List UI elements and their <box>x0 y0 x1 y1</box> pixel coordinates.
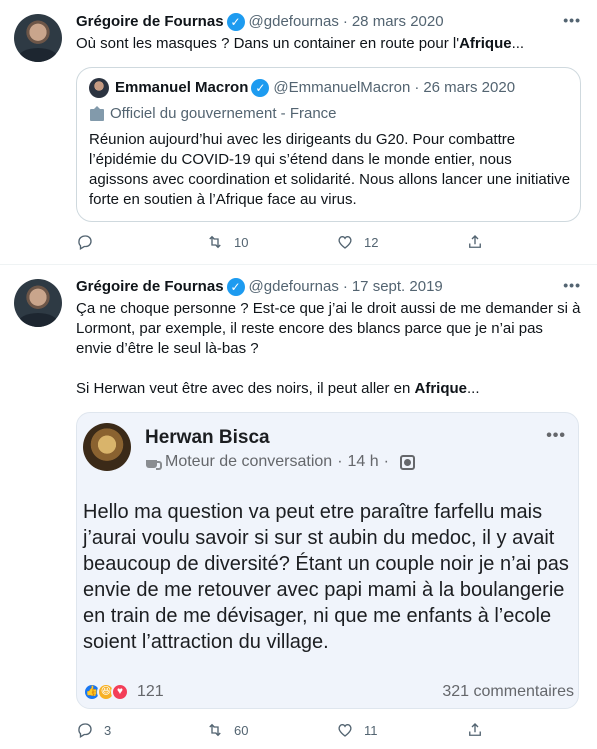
verified-badge-icon: ✓ <box>226 278 245 296</box>
author-avatar[interactable] <box>14 279 62 327</box>
author-name[interactable]: Grégoire de Fournas <box>76 12 224 32</box>
tweet-text-ellipsis: ... <box>467 380 480 397</box>
retweet-button[interactable]: 60 <box>206 720 336 740</box>
separator: · <box>414 79 420 96</box>
tweet-text: Où sont les masques ? Dans un container … <box>76 34 581 54</box>
fb-reaction-count: 121 <box>137 683 164 700</box>
quoted-tweet-text: Réunion aujourd’hui avec les dirigeants … <box>89 131 571 208</box>
share-button[interactable] <box>466 720 506 740</box>
tweet-header: Grégoire de Fournas ✓ @gdefournas · 17 s… <box>76 277 443 297</box>
tweet-text-part: Si Herwan veut être avec des noirs, il p… <box>76 380 415 397</box>
author-handle[interactable]: @gdefournas <box>249 277 339 297</box>
share-icon <box>469 235 481 248</box>
separator: · <box>383 453 389 470</box>
tweet-text-bold: Afrique <box>414 380 468 397</box>
reply-button[interactable] <box>76 232 206 252</box>
like-count: 12 <box>364 234 379 250</box>
group-audience-icon <box>400 454 415 470</box>
tweet-date[interactable]: 17 sept. 2019 <box>352 277 443 297</box>
government-building-icon <box>89 106 105 122</box>
separator: · <box>337 453 343 470</box>
fb-author-name: Herwan Bisca <box>145 427 270 448</box>
retweet-button[interactable]: 10 <box>206 232 336 252</box>
tweet-date[interactable]: 28 mars 2020 <box>352 12 444 32</box>
more-options-icon[interactable]: ••• <box>563 277 581 293</box>
tweet-text-part: Où sont les masques ? Dans un container … <box>76 35 460 52</box>
tweet-actions: 3 60 11 <box>76 720 506 740</box>
love-reaction-icon: ♥ <box>111 683 129 701</box>
retweet-count: 10 <box>234 234 249 250</box>
fb-author-avatar <box>83 423 131 471</box>
fb-post-time: 14 h <box>347 453 379 470</box>
fb-post-body: Hello ma question va peut etre paraître … <box>83 501 569 653</box>
coffee-cup-icon <box>145 454 162 470</box>
fb-more-options-icon: ••• <box>546 427 566 444</box>
like-button[interactable]: 12 <box>336 232 466 252</box>
embedded-facebook-post[interactable]: Herwan Bisca ••• Moteur de conversation … <box>76 412 579 709</box>
tweet-actions: 10 12 <box>76 232 506 252</box>
author-name[interactable]: Grégoire de Fournas <box>76 277 224 297</box>
government-label: Officiel du gouvernement - France <box>89 104 337 124</box>
heart-icon <box>338 236 352 249</box>
tweet-text-ellipsis: ... <box>511 35 525 52</box>
tweet-2-text-paragraph-1: Ça ne choque personne ? Est-ce que j’ai … <box>76 300 585 357</box>
tweet-text-bold: Afrique <box>459 35 512 52</box>
like-count: 11 <box>364 722 378 738</box>
author-avatar[interactable] <box>14 14 62 62</box>
fb-reactions: 👍 😆 ♥ 121 <box>83 683 164 701</box>
quoted-author-name: Emmanuel Macron <box>115 79 249 96</box>
separator: · <box>342 13 348 30</box>
quoted-author-handle: @EmmanuelMacron <box>273 79 411 96</box>
retweet-icon <box>209 723 221 737</box>
fb-comment-count: 321 commentaires <box>442 683 574 700</box>
reply-icon <box>78 235 92 250</box>
separator: · <box>342 278 348 295</box>
reply-icon <box>78 723 92 738</box>
share-button[interactable] <box>466 232 506 252</box>
tweet-2-text-paragraph-2: Si Herwan veut être avec des noirs, il p… <box>76 379 581 399</box>
quoted-tweet-header: Emmanuel Macron ✓ @EmmanuelMacron · 26 m… <box>89 78 515 98</box>
verified-badge-icon: ✓ <box>251 79 270 97</box>
like-button[interactable]: 11 <box>336 720 466 740</box>
tweet-1[interactable]: Grégoire de Fournas ✓ @gdefournas · 28 m… <box>0 0 597 264</box>
retweet-icon <box>209 235 221 249</box>
retweet-count: 60 <box>234 722 249 738</box>
share-icon <box>469 723 481 736</box>
more-options-icon[interactable]: ••• <box>563 12 581 28</box>
reply-count: 3 <box>104 722 112 738</box>
quoted-author-avatar <box>89 78 109 98</box>
government-label-text: Officiel du gouvernement - France <box>110 105 337 122</box>
verified-badge-icon: ✓ <box>226 13 245 31</box>
heart-icon <box>338 724 352 737</box>
fb-post-meta: Moteur de conversation · 14 h · <box>145 453 415 471</box>
author-handle[interactable]: @gdefournas <box>249 12 339 32</box>
quoted-tweet-date: 26 mars 2020 <box>423 79 516 96</box>
tweet-header: Grégoire de Fournas ✓ @gdefournas · 28 m… <box>76 12 444 32</box>
quoted-tweet[interactable]: Emmanuel Macron ✓ @EmmanuelMacron · 26 m… <box>76 67 581 222</box>
fb-group-name: Moteur de conversation <box>165 453 333 470</box>
reply-button[interactable]: 3 <box>76 720 206 740</box>
